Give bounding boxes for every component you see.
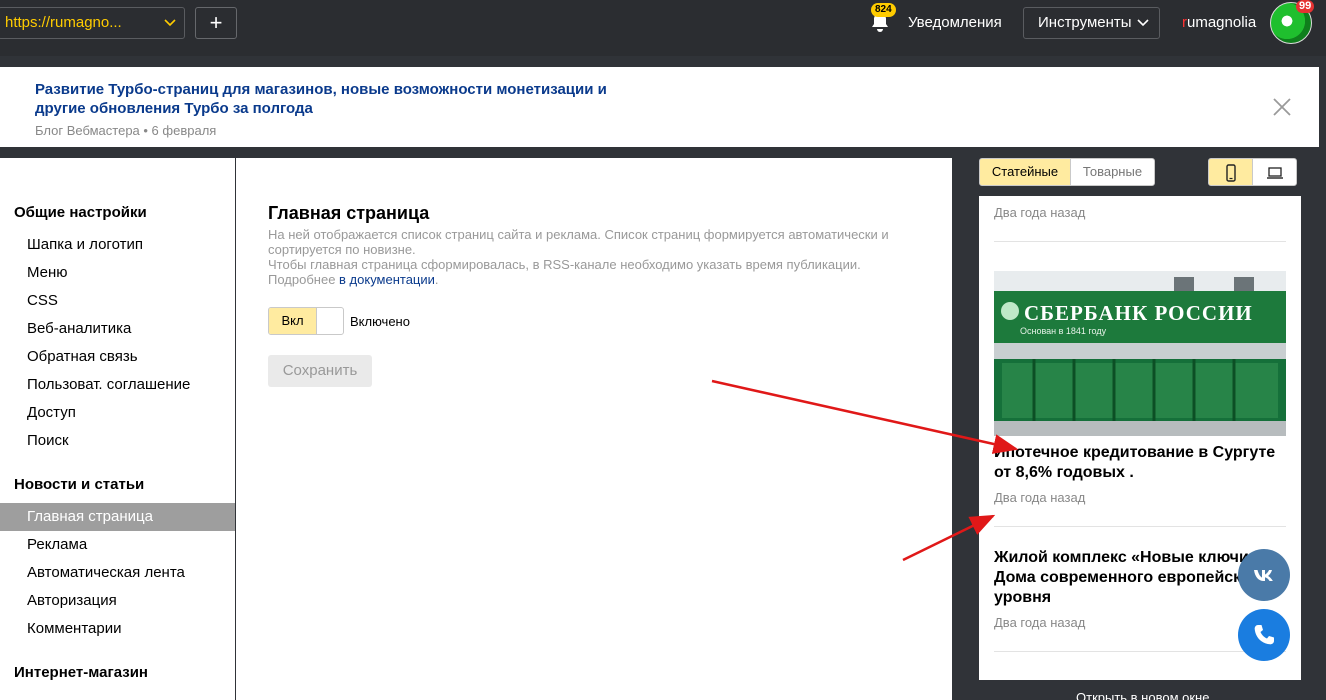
sidebar-item-auto-feed[interactable]: Автоматическая лента (0, 559, 235, 587)
settings-sidebar: Общие настройки Шапка и логотип Меню CSS… (0, 158, 235, 700)
toggle-state-label: Включено (350, 314, 410, 329)
article-image[interactable]: СБЕРБАНК РОССИИ Основан в 1841 году (994, 271, 1286, 436)
mobile-view-button[interactable] (1208, 158, 1253, 186)
image-sign-text: СБЕРБАНК РОССИИ (1024, 301, 1253, 325)
tools-dropdown[interactable]: Инструменты (1023, 7, 1160, 39)
sidebar-item-css[interactable]: CSS (0, 287, 235, 315)
sidebar-item-menu[interactable]: Меню (0, 259, 235, 287)
article-title[interactable]: Ипотечное кредитование в Сургуте от 8,6%… (994, 443, 1286, 483)
documentation-link[interactable]: в документации (339, 272, 435, 287)
site-select[interactable]: https://rumagno... (0, 7, 185, 39)
notifications-link[interactable]: Уведомления (908, 14, 1002, 31)
announcement-meta: Блог Вебмастера • 6 февраля (35, 123, 217, 138)
vk-icon (1254, 570, 1273, 581)
item-date: Два года назад (994, 205, 1086, 220)
announcement-title[interactable]: Развитие Турбо-страниц для магазинов, но… (35, 80, 635, 118)
section-title-general: Общие настройки (14, 204, 147, 221)
toggle-on-label: Вкл (269, 308, 317, 334)
divider (994, 241, 1286, 242)
section-title-news: Новости и статьи (14, 476, 145, 493)
image-sign-subtext: Основан в 1841 году (1020, 326, 1107, 336)
open-new-window-link[interactable]: Открыть в новом окне (1076, 690, 1209, 700)
mobile-icon (1226, 164, 1236, 182)
sidebar-item-analytics[interactable]: Веб-аналитика (0, 315, 235, 343)
item-date: Два года назад (994, 490, 1086, 505)
sidebar-item-header-logo[interactable]: Шапка и логотип (0, 231, 235, 259)
username[interactable]: rumagnolia (1182, 14, 1256, 31)
home-page-toggle[interactable]: Вкл (268, 307, 344, 335)
sidebar-item-home-page[interactable]: Главная страница (0, 503, 235, 531)
sidebar-item-authorization[interactable]: Авторизация (0, 587, 235, 615)
save-button[interactable]: Сохранить (268, 355, 372, 387)
main-panel: Главная страница На ней отображается спи… (236, 158, 952, 700)
top-bar: https://rumagno... + 824 Уведомления Инс… (0, 0, 1326, 56)
site-url: https://rumagno... (5, 14, 122, 31)
sidebar-item-user-agreement[interactable]: Пользоват. соглашение (0, 371, 235, 399)
tab-product[interactable]: Товарные (1070, 158, 1155, 186)
item-date: Два года назад (994, 615, 1086, 630)
sidebar-item-search[interactable]: Поиск (0, 427, 235, 455)
description-line-2: Чтобы главная страница сформировалась, в… (268, 257, 861, 272)
desktop-view-button[interactable] (1252, 158, 1297, 186)
section-title-shop: Интернет-магазин (14, 664, 148, 681)
phone-icon (1254, 625, 1274, 645)
page-title: Главная страница (268, 203, 430, 223)
chevron-down-icon (1137, 8, 1149, 49)
avatar-badge: 99 (1296, 0, 1315, 13)
sidebar-item-access[interactable]: Доступ (0, 399, 235, 427)
tab-article[interactable]: Статейные (979, 158, 1071, 186)
call-button[interactable] (1238, 609, 1290, 661)
description-line-3: Подробнее в документации. (268, 272, 908, 287)
sidebar-item-ads[interactable]: Реклама (0, 531, 235, 559)
tools-label: Инструменты (1038, 14, 1132, 31)
chevron-down-icon (164, 8, 176, 49)
more-prefix: Подробнее (268, 272, 340, 287)
laptop-icon (1267, 167, 1283, 179)
sidebar-item-feedback[interactable]: Обратная связь (0, 343, 235, 371)
more-suffix: . (434, 272, 439, 287)
description-line-1: На ней отображается список страниц сайта… (268, 227, 889, 257)
close-icon[interactable] (1270, 95, 1294, 119)
vk-button[interactable] (1238, 549, 1290, 601)
divider (994, 526, 1286, 527)
turbo-preview[interactable]: Два года назад СБЕРБАНК РОССИИ Основан в… (979, 196, 1301, 680)
divider (994, 651, 1286, 652)
add-site-button[interactable]: + (195, 7, 237, 39)
announcement-banner: Развитие Турбо-страниц для магазинов, но… (0, 67, 1319, 147)
page-description: На ней отображается список страниц сайта… (268, 227, 908, 287)
username-rest: umagnolia (1187, 14, 1257, 31)
sidebar-item-comments[interactable]: Комментарии (0, 615, 235, 643)
bank-building-image (994, 271, 1286, 436)
notifications-count-badge: 824 (871, 3, 896, 17)
